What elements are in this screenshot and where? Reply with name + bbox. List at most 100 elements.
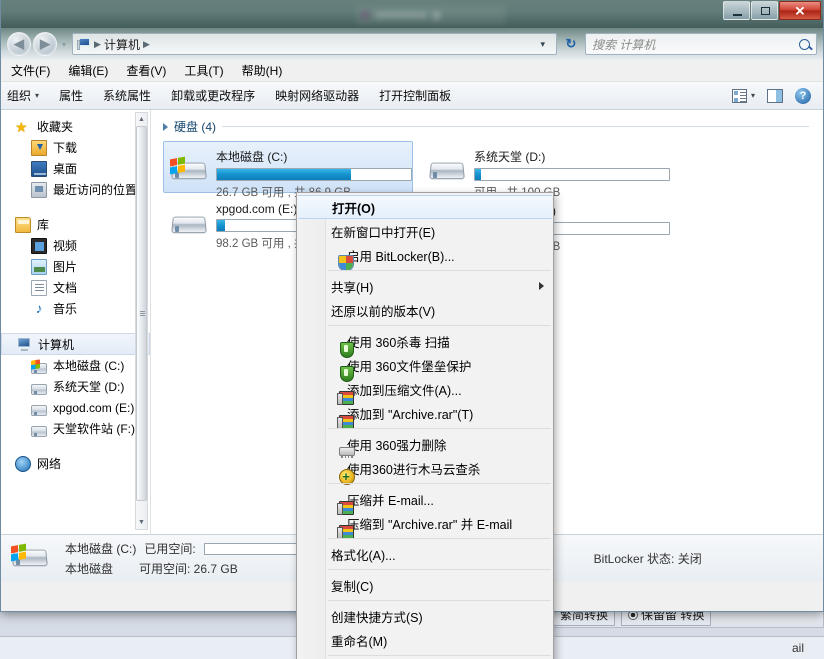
minimize-button[interactable] xyxy=(723,1,750,20)
ctx-item-enable-bitlocker[interactable]: 启用 BitLocker(B)... xyxy=(297,243,553,271)
cmd-open-control-panel[interactable]: 打开控制面板 xyxy=(379,87,451,104)
ctx-item-create-shortcut[interactable]: 创建快捷方式(S) xyxy=(297,604,553,628)
refresh-button[interactable]: ↻ xyxy=(561,36,581,52)
sidebar-item-drive-d[interactable]: 系统天堂 (D:) xyxy=(1,376,150,397)
ctx-item-add-to-archive[interactable]: 添加到压缩文件(A)... xyxy=(297,377,553,405)
winrar-icon xyxy=(337,523,354,539)
scroll-up-arrow-icon[interactable]: ▲ xyxy=(136,113,147,126)
view-options-button[interactable]: ▾ xyxy=(731,88,755,103)
360-cloud-scan-icon xyxy=(338,468,355,485)
desktop-icon xyxy=(31,160,47,177)
ctx-separator-4 xyxy=(328,483,551,484)
ctx-item-360-file-protect[interactable]: 使用 360文件堡垒保护 xyxy=(297,353,553,382)
title-bar[interactable]: ✕ xyxy=(1,0,823,28)
sidebar-label-documents: 文档 xyxy=(53,281,78,295)
search-input[interactable]: 搜索 计算机 xyxy=(585,33,817,55)
close-button[interactable]: ✕ xyxy=(779,1,821,20)
drive-icon xyxy=(31,426,47,437)
ctx-separator-6 xyxy=(328,569,551,570)
navpane-scrollbar[interactable]: ▲ ▼ xyxy=(135,112,148,530)
cmd-organize[interactable]: 组织 ▾ xyxy=(7,87,39,104)
ctx-separator-5 xyxy=(328,538,551,539)
sidebar-item-music[interactable]: ♪ 音乐 xyxy=(1,298,150,319)
sidebar-label-drive-d: 系统天堂 (D:) xyxy=(53,380,125,394)
sidebar-label-network: 网络 xyxy=(37,457,62,471)
drive-tile-d[interactable]: 系统天堂 (D:) 可用 , 共 100 GB xyxy=(421,141,671,199)
address-dropdown-icon[interactable]: ▾ xyxy=(540,39,545,50)
ctx-item-open[interactable]: 打开(O) xyxy=(298,195,552,219)
sidebar-item-network[interactable]: 网络 xyxy=(1,453,150,474)
sidebar-item-computer[interactable]: 计算机 xyxy=(1,333,150,355)
submenu-arrow-icon xyxy=(539,282,544,290)
ctx-item-360-cloud-scan[interactable]: 使用360进行木马云查杀 xyxy=(297,456,553,485)
cmd-system-properties[interactable]: 系统属性 xyxy=(103,87,151,104)
menu-help[interactable]: 帮助(H) xyxy=(242,62,283,79)
ctx-item-restore-previous-versions[interactable]: 还原以前的版本(V) xyxy=(297,298,553,322)
ctx-label-enable-bitlocker: 启用 BitLocker(B)... xyxy=(347,249,455,264)
back-button[interactable]: ◀ xyxy=(7,32,31,56)
ctx-item-compress-to-rar-and-email[interactable]: 压缩到 "Archive.rar" 并 E-mail xyxy=(297,511,553,539)
drive-icon xyxy=(31,405,47,416)
ctx-item-360-scan[interactable]: 使用 360杀毒 扫描 xyxy=(297,329,553,358)
triangle-collapse-icon[interactable] xyxy=(163,122,168,131)
ctx-item-360-force-delete[interactable]: 使用 360强力删除 xyxy=(297,432,553,458)
ctx-separator-8 xyxy=(328,655,551,656)
group-header-harddisks[interactable]: 硬盘 (4) xyxy=(163,118,823,135)
menu-edit[interactable]: 编辑(E) xyxy=(68,62,108,79)
sidebar-item-drive-e[interactable]: xpgod.com (E:) xyxy=(1,397,150,418)
menu-tools[interactable]: 工具(T) xyxy=(184,62,223,79)
context-menu[interactable]: 打开(O) 在新窗口中打开(E) 启用 BitLocker(B)... 共享(H… xyxy=(296,192,554,659)
scroll-down-arrow-icon[interactable]: ▼ xyxy=(136,516,147,529)
pictures-library-icon xyxy=(31,258,47,275)
sidebar-label-desktop: 桌面 xyxy=(53,162,78,176)
ctx-label-rename: 重命名(M) xyxy=(331,634,388,649)
breadcrumb-computer[interactable]: 计算机 xyxy=(104,36,140,53)
details-free: 可用空间: 26.7 GB xyxy=(139,562,238,576)
view-icon xyxy=(731,88,747,103)
recent-places-icon xyxy=(31,181,47,198)
address-bar[interactable]: ▶ 计算机 ▶ ▾ xyxy=(72,33,557,55)
breadcrumb-sep-2[interactable]: ▶ xyxy=(143,39,150,50)
details-row-bottom: 本地磁盘 可用空间: 26.7 GB xyxy=(65,560,304,577)
ctx-label-restore-previous-versions: 还原以前的版本(V) xyxy=(331,304,436,319)
cmd-map-network-drive[interactable]: 映射网络驱动器 xyxy=(275,87,359,104)
forward-button[interactable]: ▶ xyxy=(33,32,57,56)
window-controls[interactable]: ✕ xyxy=(723,1,821,20)
ctx-label-add-to-archive: 添加到压缩文件(A)... xyxy=(347,383,462,398)
ctx-label-compress-and-email: 压缩并 E-mail... xyxy=(347,493,434,508)
sidebar-item-videos[interactable]: 视频 xyxy=(1,235,150,256)
cmd-properties[interactable]: 属性 xyxy=(59,87,83,104)
ctx-item-compress-and-email[interactable]: 压缩并 E-mail... xyxy=(297,487,553,515)
sidebar-item-libraries[interactable]: 库 xyxy=(1,214,150,235)
ctx-item-add-to-archive-rar[interactable]: 添加到 "Archive.rar"(T) xyxy=(297,401,553,429)
drive-icon xyxy=(428,154,466,188)
drive-tile-c[interactable]: 本地磁盘 (C:) 26.7 GB 可用 , 共 86.9 GB xyxy=(163,141,413,199)
windows-drive-icon xyxy=(31,363,47,374)
menu-view[interactable]: 查看(V) xyxy=(126,62,166,79)
sidebar-item-recent-places[interactable]: 最近访问的位置 xyxy=(1,179,150,200)
sidebar-item-downloads[interactable]: 下载 xyxy=(1,137,150,158)
ctx-item-open-new-window[interactable]: 在新窗口中打开(E) xyxy=(297,219,553,243)
menu-file[interactable]: 文件(F) xyxy=(11,62,50,79)
sidebar-item-documents[interactable]: 文档 xyxy=(1,277,150,298)
ctx-label-format: 格式化(A)... xyxy=(331,548,396,563)
winrar-icon xyxy=(337,413,354,429)
sidebar-item-favorites[interactable]: ★ 收藏夹 xyxy=(1,116,150,137)
preview-pane-icon[interactable] xyxy=(767,88,783,103)
cmd-uninstall-program[interactable]: 卸载或更改程序 xyxy=(171,87,255,104)
ctx-item-format[interactable]: 格式化(A)... xyxy=(297,542,553,566)
drive-usage-bar-d xyxy=(474,168,670,181)
sidebar-item-pictures[interactable]: 图片 xyxy=(1,256,150,277)
sidebar-item-drive-c[interactable]: 本地磁盘 (C:) xyxy=(1,355,150,376)
help-icon[interactable]: ? xyxy=(795,87,811,104)
sidebar-item-desktop[interactable]: 桌面 xyxy=(1,158,150,179)
sidebar-item-drive-f[interactable]: 天堂软件站 (F:) xyxy=(1,418,150,439)
ctx-separator-2 xyxy=(328,325,551,326)
scrollbar-thumb[interactable] xyxy=(136,126,147,501)
navpane-spacer-3 xyxy=(1,441,150,453)
ctx-item-share[interactable]: 共享(H) xyxy=(297,274,553,298)
ctx-item-copy[interactable]: 复制(C) xyxy=(297,573,553,597)
maximize-button[interactable] xyxy=(751,1,778,20)
ctx-item-rename[interactable]: 重命名(M) xyxy=(297,628,553,652)
history-dropdown-icon[interactable]: ▾ xyxy=(62,40,66,49)
